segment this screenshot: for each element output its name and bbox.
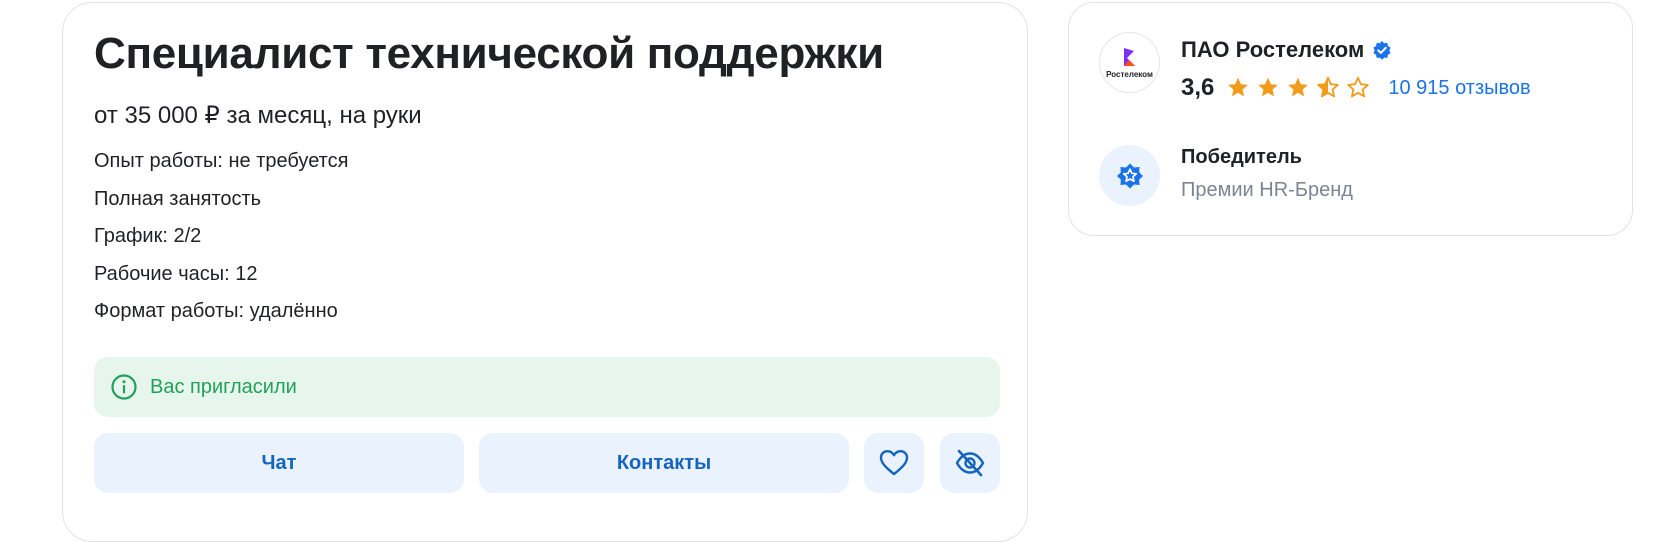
rating-value: 3,6 [1181, 74, 1215, 101]
fact-hours: Рабочие часы: 12 [94, 262, 258, 285]
salary: от 35 000 ₽ за месяц, на руки [94, 102, 422, 129]
reviews-link[interactable]: 10 915 отзывов [1388, 77, 1530, 100]
company-name-link[interactable]: ПАО Ростелеком [1181, 37, 1392, 63]
company-logo[interactable]: Ростелеком [1099, 32, 1160, 93]
award-title: Победитель [1181, 146, 1302, 168]
company-card: Ростелеком ПАО Ростелеком 3,6 10 915 отз… [1068, 2, 1633, 236]
heart-icon [879, 449, 909, 477]
vacancy-title: Специалист технической поддержки [94, 29, 884, 78]
star-full-icon [1256, 76, 1280, 100]
rostelecom-logo-mark [1123, 48, 1135, 66]
fact-work-format: Формат работы: удалённо [94, 300, 338, 323]
award-subtitle: Премии HR-Бренд [1181, 179, 1353, 201]
star-empty-icon [1346, 76, 1370, 100]
info-icon [110, 373, 138, 401]
favorite-button[interactable] [864, 433, 924, 493]
eye-off-icon [954, 448, 986, 478]
contacts-button[interactable]: Контакты [479, 433, 849, 493]
rating-row: 3,6 10 915 отзывов [1181, 74, 1531, 102]
hide-vacancy-button[interactable] [940, 433, 1000, 493]
vacancy-facts: Опыт работы: не требуется Полная занятос… [94, 149, 348, 337]
company-name: ПАО Ростелеком [1181, 37, 1365, 62]
fact-schedule: График: 2/2 [94, 225, 202, 248]
fact-experience: Опыт работы: не требуется [94, 150, 349, 172]
verified-badge-icon [1372, 40, 1392, 60]
fact-employment: Полная занятость [94, 187, 262, 210]
logo-text: Ростелеком [1106, 70, 1153, 79]
star-half-icon [1316, 76, 1340, 100]
award-star-icon [1099, 145, 1160, 206]
invitation-notice: Вас пригласили [94, 357, 1000, 417]
chat-button[interactable]: Чат [94, 433, 464, 493]
star-full-icon [1286, 76, 1310, 100]
rating-stars [1226, 76, 1370, 100]
star-full-icon [1226, 76, 1250, 100]
vacancy-card: Специалист технической поддержки от 35 0… [62, 2, 1028, 542]
notice-text: Вас пригласили [150, 375, 297, 398]
